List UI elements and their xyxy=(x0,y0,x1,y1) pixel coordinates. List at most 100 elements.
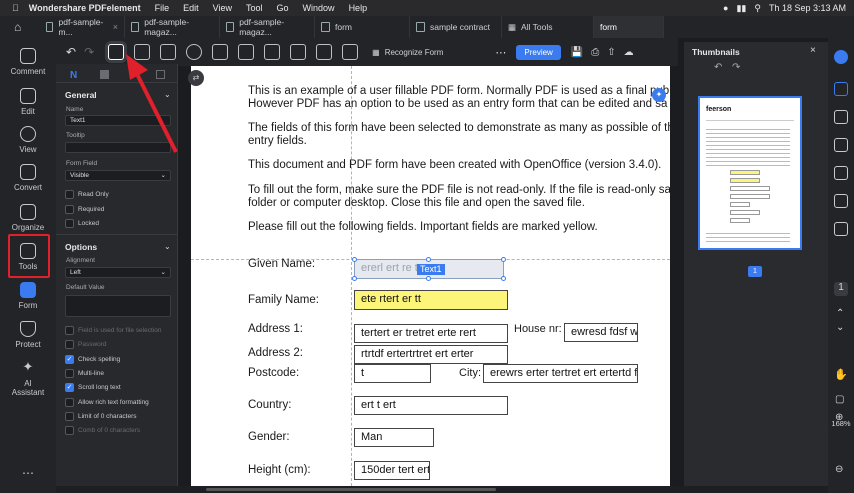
option-checkbox-3[interactable]: Multi-line xyxy=(65,368,104,378)
bookmark-icon[interactable] xyxy=(834,138,848,152)
form-field-select[interactable]: Visible ⌄ xyxy=(65,170,171,181)
recognize-form-button[interactable]: ▦ Recognize Form xyxy=(372,48,443,57)
hand-icon[interactable]: ✋ xyxy=(834,368,848,381)
date-tool[interactable] xyxy=(316,44,333,60)
city-field[interactable]: erewrs erter tertret ert ertertd f xyxy=(483,364,638,383)
zoom-level[interactable]: 168% xyxy=(828,419,854,428)
country-field[interactable]: ert t ert xyxy=(354,396,508,415)
clock[interactable]: Th 18 Sep 3:13 AM xyxy=(769,3,846,13)
chevron-down-icon[interactable]: ⌄ xyxy=(836,322,844,333)
save-icon[interactable]: 💾 xyxy=(571,47,583,58)
horizontal-scrollbar[interactable] xyxy=(56,486,828,493)
properties-tab[interactable]: N xyxy=(70,70,77,81)
family-name-field[interactable]: ete rtert er tt xyxy=(354,290,508,310)
signature-tool[interactable] xyxy=(342,44,359,60)
required-checkbox[interactable]: Required xyxy=(65,205,104,214)
search-icon[interactable]: ⚲ xyxy=(754,3,761,14)
menu-view[interactable]: View xyxy=(213,3,232,13)
address-2-field[interactable]: rtrtdf ertertrtret ert erter xyxy=(354,345,508,364)
menu-window[interactable]: Window xyxy=(303,3,335,13)
radio-tool[interactable] xyxy=(186,44,203,60)
rail-view[interactable]: View xyxy=(0,126,56,154)
option-checkbox-4[interactable]: ✓ Scroll long text xyxy=(65,383,121,393)
redo-icon[interactable]: ↷ xyxy=(84,45,94,59)
pdf-icon xyxy=(46,22,54,32)
height-field[interactable]: 150der tert ertl xyxy=(354,461,430,480)
tab-3[interactable]: pdf-sample-magaz... xyxy=(220,16,315,38)
tab-7[interactable]: form xyxy=(594,16,664,38)
wifi-icon[interactable]: ● xyxy=(723,3,728,13)
ai-float-icon[interactable]: ✦ xyxy=(652,88,666,102)
tab-4[interactable]: form xyxy=(315,16,410,38)
pdf-page: This is an example of a user fillable PD… xyxy=(191,66,670,486)
tab-6[interactable]: ▦ All Tools xyxy=(502,16,594,38)
menu-go[interactable]: Go xyxy=(277,3,289,13)
menu-tool[interactable]: Tool xyxy=(246,3,263,13)
menu-help[interactable]: Help xyxy=(349,3,368,13)
option-checkbox-7[interactable]: Comb of 0 characters xyxy=(65,426,140,436)
more-options-icon[interactable]: ⋯ xyxy=(495,46,506,59)
print-icon[interactable]: ⎙ xyxy=(591,47,599,58)
read-only-checkbox[interactable]: Read Only xyxy=(65,190,109,199)
preview-button[interactable]: Preview xyxy=(516,44,561,60)
fit-page-icon[interactable]: ▢ xyxy=(835,394,844,405)
tab-1[interactable]: pdf-sample-m... × xyxy=(40,16,125,38)
appearance-tab[interactable] xyxy=(100,70,109,79)
option-checkbox-1[interactable]: Password xyxy=(65,340,107,350)
address-1-field[interactable]: tertert er tretret erte rert xyxy=(354,324,508,343)
undo-icon[interactable]: ↶ xyxy=(66,45,76,59)
listbox-tool[interactable] xyxy=(212,44,229,60)
home-icon[interactable]: ⌂ xyxy=(14,20,21,34)
page-indicator[interactable]: 1 xyxy=(834,282,848,296)
battery-icon[interactable]: ▮▮ xyxy=(736,3,746,14)
page-number-badge[interactable]: 1 xyxy=(748,266,762,277)
gender-field[interactable]: Man xyxy=(354,428,434,447)
scrollbar-thumb[interactable] xyxy=(206,488,496,491)
rotate-left-icon[interactable]: ↶ xyxy=(714,62,722,73)
ai-icon[interactable] xyxy=(834,50,848,64)
locked-checkbox[interactable]: Locked xyxy=(65,219,99,228)
attachment-icon[interactable] xyxy=(834,194,848,208)
given-name-label: Given Name: xyxy=(248,258,316,270)
page-thumbnail[interactable]: feerson xyxy=(698,96,802,250)
close-icon[interactable]: × xyxy=(810,45,816,56)
option-checkbox-2[interactable]: ✓ Check spelling xyxy=(65,354,120,364)
image-tool[interactable] xyxy=(290,44,307,60)
chevron-down-icon[interactable]: ⌄ xyxy=(164,242,171,251)
menu-file[interactable]: File xyxy=(155,3,170,13)
rail-ai-assistant[interactable]: ✦ AI Assistant xyxy=(0,360,56,398)
rail-protect[interactable]: Protect xyxy=(0,321,56,349)
layers-icon[interactable] xyxy=(834,222,848,236)
rail-comment[interactable]: Comment xyxy=(0,48,56,76)
menu-edit[interactable]: Edit xyxy=(183,3,199,13)
more-icon[interactable]: ⋯ xyxy=(0,466,56,480)
postcode-field[interactable]: t xyxy=(354,364,431,383)
apple-icon[interactable]:  xyxy=(12,3,19,13)
search-icon[interactable] xyxy=(834,166,848,180)
alignment-select[interactable]: Left ⌄ xyxy=(65,267,171,278)
app-name[interactable]: Wondershare PDFelement xyxy=(29,3,141,13)
rail-form[interactable]: Form xyxy=(0,282,56,310)
collapse-panel-icon[interactable]: ⇄ xyxy=(188,70,204,86)
close-icon[interactable]: × xyxy=(113,22,118,32)
share-icon[interactable]: ⇧ xyxy=(607,47,615,58)
default-value-input[interactable] xyxy=(65,295,171,317)
house-nr-field[interactable]: ewresd fdsf w xyxy=(564,323,638,342)
button-tool[interactable] xyxy=(264,44,281,60)
rotate-right-icon[interactable]: ↷ xyxy=(732,62,740,73)
option-checkbox-0[interactable]: Field is used for file selection xyxy=(65,326,161,335)
rail-convert[interactable]: Convert xyxy=(0,164,56,192)
comment-icon[interactable] xyxy=(834,110,848,124)
option-checkbox-5[interactable]: Allow rich text formatting xyxy=(65,397,149,407)
rail-edit[interactable]: Edit xyxy=(0,88,56,116)
zoom-out-icon[interactable]: ⊖ xyxy=(835,464,843,475)
family-name-label: Family Name: xyxy=(248,294,319,306)
chevron-up-icon[interactable]: ⌃ xyxy=(836,308,844,319)
tab-2[interactable]: pdf-sample-magaz... xyxy=(125,16,220,38)
tab-5[interactable]: sample contract xyxy=(410,16,502,38)
thumbnails-icon[interactable] xyxy=(834,82,848,96)
option-checkbox-6[interactable]: Limit of 0 characters xyxy=(65,411,137,421)
cloud-icon[interactable]: ☁ xyxy=(624,47,634,58)
rail-organize[interactable]: Organize xyxy=(0,204,56,232)
combobox-tool[interactable] xyxy=(238,44,255,60)
